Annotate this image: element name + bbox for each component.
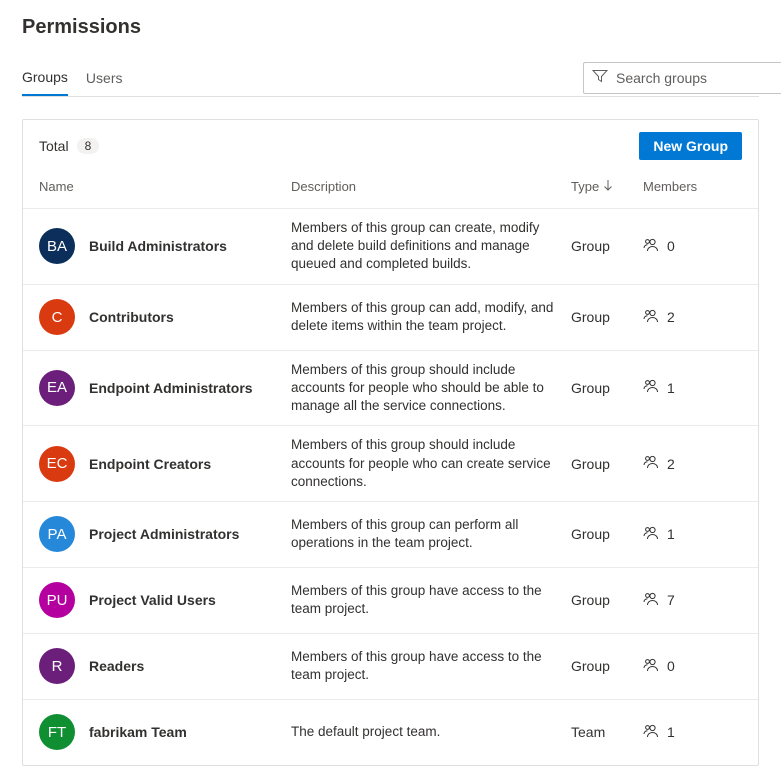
members-icon — [643, 591, 659, 610]
col-type[interactable]: Type — [571, 179, 643, 194]
group-name: Contributors — [89, 309, 174, 325]
col-members[interactable]: Members — [643, 179, 742, 194]
members-icon — [643, 378, 659, 397]
group-name: Endpoint Creators — [89, 456, 211, 472]
group-members: 1 — [643, 525, 742, 544]
table-header: Name Description Type Members — [23, 164, 758, 208]
group-type: Group — [571, 526, 643, 542]
members-count: 7 — [667, 592, 675, 608]
search-input[interactable] — [616, 70, 773, 86]
members-count: 1 — [667, 526, 675, 542]
groups-panel: Total 8 New Group Name Description Type — [22, 119, 759, 766]
tab-users[interactable]: Users — [86, 59, 123, 96]
name-cell: BA Build Administrators — [39, 228, 291, 264]
group-name: Project Administrators — [89, 526, 239, 542]
table-row[interactable]: R Readers Members of this group have acc… — [23, 633, 758, 699]
tab-groups[interactable]: Groups — [22, 59, 68, 96]
group-avatar: EC — [39, 446, 75, 482]
table-row[interactable]: C Contributors Members of this group can… — [23, 284, 758, 350]
name-cell: PA Project Administrators — [39, 516, 291, 552]
members-count: 2 — [667, 456, 675, 472]
name-cell: FT fabrikam Team — [39, 714, 291, 750]
group-type: Team — [571, 724, 643, 740]
members-count: 0 — [667, 658, 675, 674]
group-members: 1 — [643, 723, 742, 742]
members-icon — [643, 657, 659, 676]
total-summary: Total 8 — [39, 138, 99, 154]
table-row[interactable]: BA Build Administrators Members of this … — [23, 208, 758, 284]
new-group-button[interactable]: New Group — [639, 132, 742, 160]
group-type: Group — [571, 658, 643, 674]
group-description: Members of this group should include acc… — [291, 361, 571, 416]
members-count: 1 — [667, 724, 675, 740]
group-avatar: EA — [39, 370, 75, 406]
group-avatar: C — [39, 299, 75, 335]
search-groups[interactable] — [583, 62, 781, 94]
name-cell: PU Project Valid Users — [39, 582, 291, 618]
group-description: Members of this group should include acc… — [291, 436, 571, 491]
table-row[interactable]: EA Endpoint Administrators Members of th… — [23, 350, 758, 426]
group-avatar: BA — [39, 228, 75, 264]
group-description: Members of this group have access to the… — [291, 648, 571, 684]
table-row[interactable]: PA Project Administrators Members of thi… — [23, 501, 758, 567]
topbar: Groups Users — [22, 59, 759, 97]
members-icon — [643, 308, 659, 327]
group-type: Group — [571, 238, 643, 254]
table-row[interactable]: EC Endpoint Creators Members of this gro… — [23, 425, 758, 501]
group-avatar: PU — [39, 582, 75, 618]
group-description: Members of this group can perform all op… — [291, 516, 571, 552]
group-description: Members of this group have access to the… — [291, 582, 571, 618]
group-members: 2 — [643, 454, 742, 473]
col-name[interactable]: Name — [39, 179, 291, 194]
groups-table: Name Description Type Members BA Build A… — [23, 164, 758, 765]
members-count: 1 — [667, 380, 675, 396]
group-members: 0 — [643, 657, 742, 676]
total-count-badge: 8 — [77, 138, 100, 154]
group-members: 7 — [643, 591, 742, 610]
page-title: Permissions — [22, 16, 759, 39]
group-description: Members of this group can add, modify, a… — [291, 299, 571, 335]
group-avatar: PA — [39, 516, 75, 552]
name-cell: EC Endpoint Creators — [39, 446, 291, 482]
group-type: Group — [571, 380, 643, 396]
group-type: Group — [571, 456, 643, 472]
members-count: 2 — [667, 309, 675, 325]
name-cell: R Readers — [39, 648, 291, 684]
group-avatar: R — [39, 648, 75, 684]
group-description: Members of this group can create, modify… — [291, 219, 571, 274]
group-members: 0 — [643, 237, 742, 256]
name-cell: EA Endpoint Administrators — [39, 370, 291, 406]
col-description[interactable]: Description — [291, 179, 571, 194]
members-icon — [643, 237, 659, 256]
group-type: Group — [571, 592, 643, 608]
group-name: fabrikam Team — [89, 724, 187, 740]
members-icon — [643, 454, 659, 473]
group-name: Endpoint Administrators — [89, 380, 253, 396]
group-type: Group — [571, 309, 643, 325]
group-avatar: FT — [39, 714, 75, 750]
members-icon — [643, 525, 659, 544]
members-icon — [643, 723, 659, 742]
group-name: Project Valid Users — [89, 592, 216, 608]
table-row[interactable]: PU Project Valid Users Members of this g… — [23, 567, 758, 633]
col-type-label: Type — [571, 179, 599, 194]
table-row[interactable]: FT fabrikam Team The default project tea… — [23, 699, 758, 765]
group-name: Build Administrators — [89, 238, 227, 254]
filter-icon — [592, 68, 616, 87]
total-label: Total — [39, 138, 69, 154]
arrow-down-icon — [603, 179, 613, 194]
members-count: 0 — [667, 238, 675, 254]
tabs: Groups Users — [22, 59, 122, 96]
name-cell: C Contributors — [39, 299, 291, 335]
group-members: 1 — [643, 378, 742, 397]
group-name: Readers — [89, 658, 144, 674]
group-members: 2 — [643, 308, 742, 327]
group-description: The default project team. — [291, 723, 571, 741]
